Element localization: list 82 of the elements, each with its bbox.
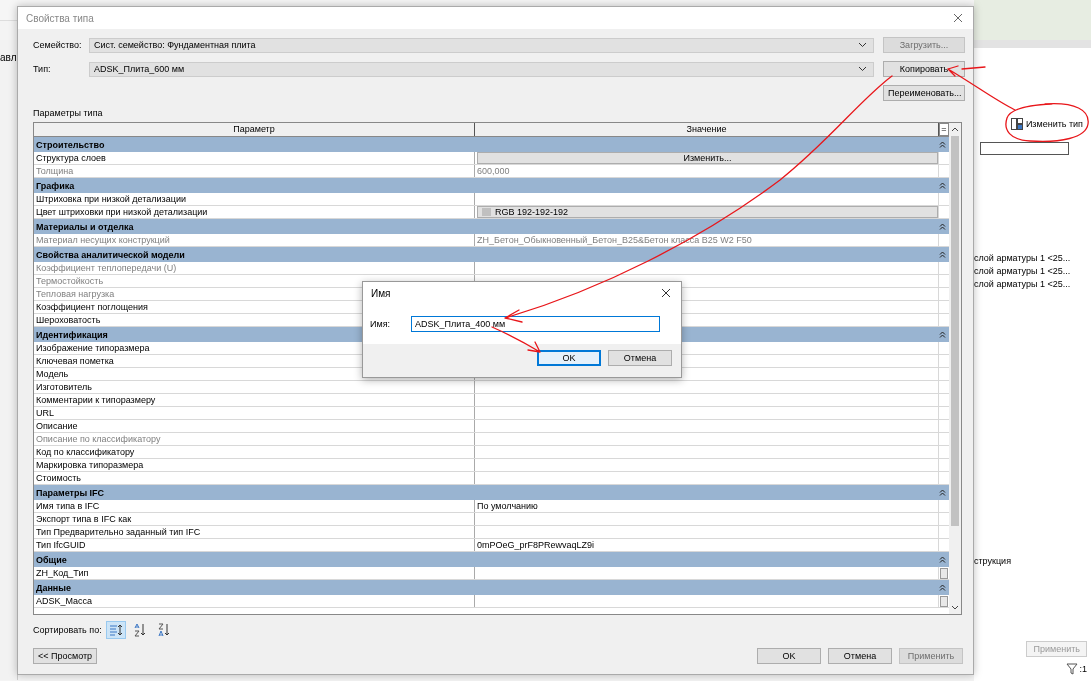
window-title: Свойства типа: [26, 12, 94, 24]
parameter-name: Маркировка типоразмера: [34, 459, 475, 471]
sort-descending-icon: [156, 623, 171, 637]
edit-button[interactable]: Изменить...: [477, 152, 938, 164]
parameter-name: Комментарии к типоразмеру: [34, 394, 475, 406]
parameter-name: Экспорт типа в IFC как: [34, 513, 475, 525]
dialog-button[interactable]: OK: [537, 350, 601, 366]
parameter-name: Коэффициент теплопередачи (U): [34, 262, 475, 274]
parameter-name: Тип Предварительно заданный тип IFC: [34, 526, 475, 538]
parameter-name: Структура слоев: [34, 152, 475, 164]
collapse-icon: [939, 223, 946, 230]
dialog-button[interactable]: OK: [757, 648, 821, 664]
window-title: Имя: [371, 287, 391, 299]
parameter-value: По умолчанию: [477, 501, 538, 511]
collapse-icon: [939, 489, 946, 496]
group-header[interactable]: Параметры IFC: [34, 485, 949, 500]
collapse-icon: [939, 584, 946, 591]
parameter-name: Изготовитель: [34, 381, 475, 393]
column-header[interactable]: Параметр: [34, 123, 475, 136]
collapse-icon: [939, 331, 946, 338]
parameter-name: Материал несущих конструкций: [34, 234, 475, 246]
color-button[interactable]: RGB 192-192-192: [477, 206, 938, 218]
chevron-down-icon[interactable]: [951, 605, 959, 611]
property-value: слой арматуры 1 <25...: [974, 266, 1072, 277]
change-type-button[interactable]: Изменить тип: [1008, 116, 1085, 132]
type-properties-icon: [1010, 118, 1023, 130]
group-sort-icon: [108, 624, 123, 636]
section-label: Параметры типа: [33, 108, 104, 118]
panel-field[interactable]: [980, 142, 1069, 155]
field-label: Тип:: [33, 64, 52, 74]
field-label: Имя:: [370, 319, 391, 329]
property-value: слой арматуры 1 <25...: [974, 279, 1072, 290]
parameter-name: Описание по классификатору: [34, 433, 475, 445]
hand-drawn-arrow: [491, 326, 541, 353]
scrollbar[interactable]: [949, 123, 961, 614]
dialog-button[interactable]: Отмена: [608, 350, 672, 366]
dialog-button[interactable]: Отмена: [828, 648, 892, 664]
collapse-icon: [939, 141, 946, 148]
parameter-value: 600,000: [477, 166, 510, 176]
parameter-name: Штриховка при низкой детализации: [34, 193, 475, 205]
collapse-icon: [939, 182, 946, 189]
chevron-down-icon: [858, 66, 867, 72]
parameter-name: Тип IfcGUID: [34, 539, 475, 551]
group-header[interactable]: Материалы и отделка: [34, 219, 949, 234]
filter-count: :1: [1079, 664, 1087, 674]
group-header[interactable]: Общие: [34, 552, 949, 567]
parameter-name: Стоимость: [34, 472, 475, 484]
preview-button[interactable]: << Просмотр: [33, 648, 98, 664]
parameter-name: Описание: [34, 420, 475, 432]
parameter-name: Цвет штриховки при низкой детализации: [34, 206, 475, 218]
associate-parameter-button[interactable]: [940, 567, 948, 579]
parameter-name: Код по классификатору: [34, 446, 475, 458]
close-icon: [953, 13, 963, 23]
parameter-name: Имя типа в IFC: [34, 500, 475, 512]
sort-button[interactable]: [105, 621, 126, 639]
parameter-name: URL: [34, 407, 475, 419]
name-input[interactable]: ADSK_Плита_400 мм: [411, 316, 661, 332]
parameter-name: ZH_Код_Тип: [34, 567, 475, 579]
group-header[interactable]: Свойства аналитической модели: [34, 247, 949, 262]
parameter-value: 0mPOeG_prF8PRewvaqLZ9i: [477, 540, 595, 550]
parameter-name: Толщина: [34, 165, 475, 177]
type-dropdown[interactable]: ADSK_Плита_600 мм: [89, 61, 874, 77]
chevron-down-icon: [858, 42, 867, 48]
field-label: Семейство:: [33, 40, 80, 50]
property-value: слой арматуры 1 <25...: [974, 253, 1072, 264]
sort-ascending-icon: [132, 623, 147, 637]
collapse-icon: [939, 251, 946, 258]
column-header[interactable]: =: [939, 123, 949, 136]
group-header[interactable]: Строительство: [34, 137, 949, 152]
close-icon: [661, 288, 671, 298]
chevron-up-icon[interactable]: [951, 126, 959, 132]
group-header[interactable]: Данные: [34, 580, 949, 595]
copy-button[interactable]: Копировать: [883, 61, 965, 77]
sort-label: Сортировать по:: [33, 625, 102, 635]
property-value: струкция: [974, 556, 1013, 566]
ribbon-tab-text: авл: [0, 52, 17, 63]
filter-icon[interactable]: [1066, 663, 1079, 675]
family-dropdown[interactable]: Сист. семейство: Фундаментная плита: [89, 37, 874, 53]
parameter-name: ADSK_Масса: [34, 595, 475, 607]
group-header[interactable]: Графика: [34, 178, 949, 193]
collapse-icon: [939, 556, 946, 563]
rename-button[interactable]: Переименовать...: [883, 85, 965, 101]
